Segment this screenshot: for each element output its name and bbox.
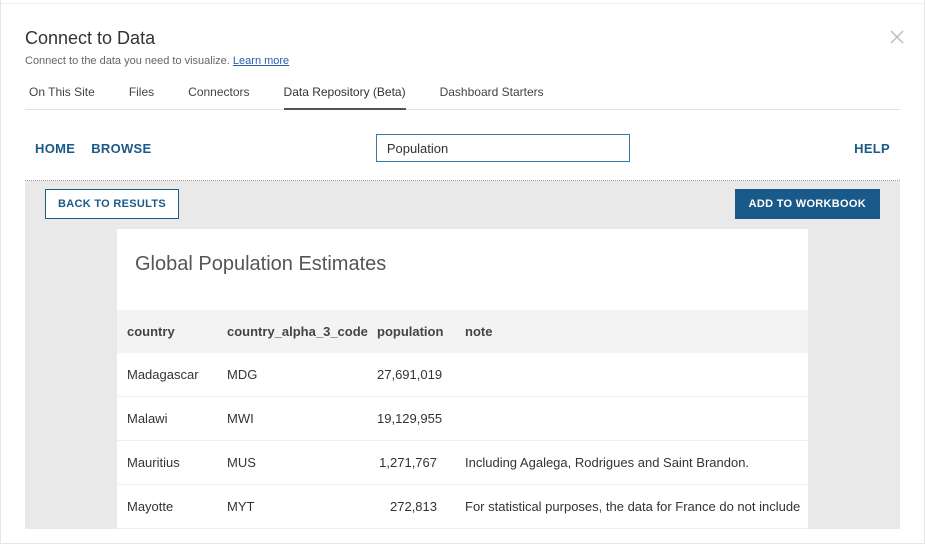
tabs: On This Site Files Connectors Data Repos…: [25, 85, 900, 110]
cell-note: For statistical purposes, the data for F…: [455, 485, 808, 529]
search-input[interactable]: [376, 134, 630, 162]
learn-more-link[interactable]: Learn more: [233, 55, 289, 67]
back-to-results-button[interactable]: BACK TO RESULTS: [45, 189, 179, 219]
data-table: country country_alpha_3_code population …: [117, 310, 808, 529]
cell-code: MWI: [217, 397, 367, 441]
table-row: Malawi MWI 19,129,955: [117, 397, 808, 441]
dialog-subtitle: Connect to the data you need to visualiz…: [25, 55, 900, 67]
tab-on-this-site[interactable]: On This Site: [29, 85, 95, 109]
close-icon[interactable]: [890, 30, 904, 44]
cell-country: Malawi: [117, 397, 217, 441]
toolbar: HOME BROWSE HELP: [25, 110, 900, 180]
content-area: BACK TO RESULTS ADD TO WORKBOOK Global P…: [25, 181, 900, 529]
cell-country: Madagascar: [117, 353, 217, 397]
cell-note: [455, 397, 808, 441]
tab-files[interactable]: Files: [129, 85, 154, 109]
cell-population: 27,691,019: [367, 353, 455, 397]
results-panel: Global Population Estimates country coun…: [117, 229, 808, 529]
dialog-title: Connect to Data: [25, 28, 900, 49]
cell-country: Mayotte: [117, 485, 217, 529]
cell-country: Mauritius: [117, 441, 217, 485]
tab-dashboard-starters[interactable]: Dashboard Starters: [440, 85, 544, 109]
home-button[interactable]: HOME: [35, 141, 75, 156]
cell-population: 19,129,955: [367, 397, 455, 441]
add-to-workbook-button[interactable]: ADD TO WORKBOOK: [735, 189, 880, 219]
col-header-country: country: [117, 310, 217, 353]
table-row: Mauritius MUS 1,271,767 Including Agaleg…: [117, 441, 808, 485]
table-header-row: country country_alpha_3_code population …: [117, 310, 808, 353]
cell-population: 1,271,767: [367, 441, 455, 485]
dialog-header: Connect to Data Connect to the data you …: [25, 28, 900, 67]
cell-population: 272,813: [367, 485, 455, 529]
panel-title: Global Population Estimates: [135, 253, 808, 276]
cell-note: [455, 353, 808, 397]
browse-button[interactable]: BROWSE: [91, 141, 151, 156]
tab-connectors[interactable]: Connectors: [188, 85, 249, 109]
tab-data-repository[interactable]: Data Repository (Beta): [284, 85, 406, 109]
table-row: Madagascar MDG 27,691,019: [117, 353, 808, 397]
table-row: Mayotte MYT 272,813 For statistical purp…: [117, 485, 808, 529]
col-header-note: note: [455, 310, 808, 353]
cell-note: Including Agalega, Rodrigues and Saint B…: [455, 441, 808, 485]
cell-code: MDG: [217, 353, 367, 397]
col-header-code: country_alpha_3_code: [217, 310, 367, 353]
help-button[interactable]: HELP: [854, 141, 890, 156]
cell-code: MUS: [217, 441, 367, 485]
subtitle-text: Connect to the data you need to visualiz…: [25, 55, 233, 67]
col-header-population: population: [367, 310, 455, 353]
cell-code: MYT: [217, 485, 367, 529]
